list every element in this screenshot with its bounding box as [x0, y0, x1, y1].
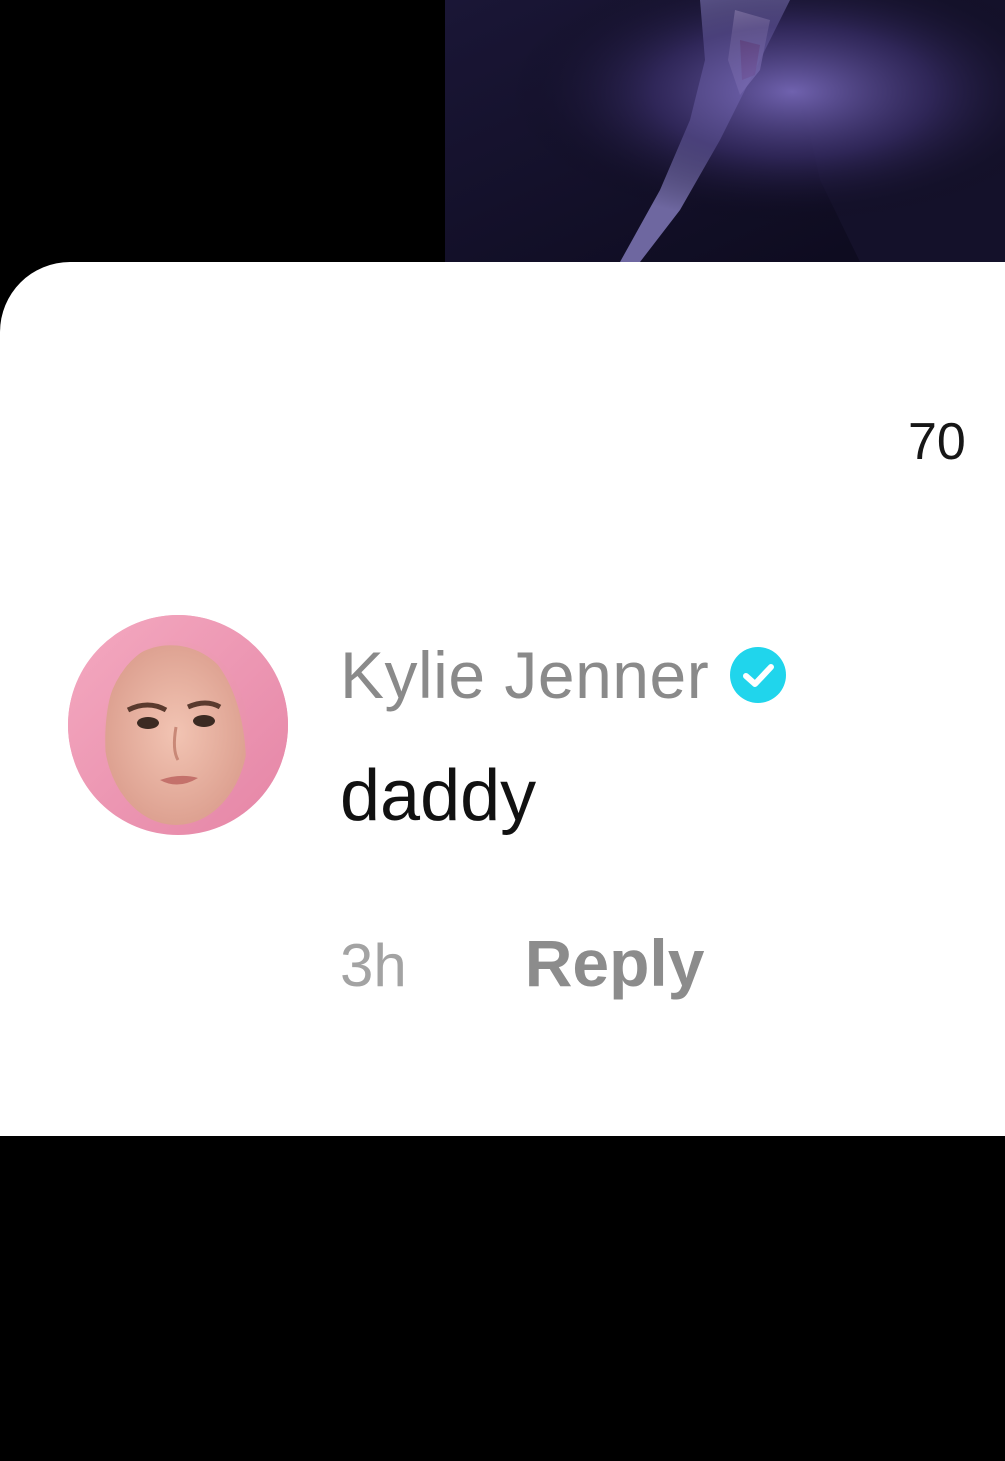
screen: 70 Kylie Jenner daddy 3h Reply	[0, 0, 1005, 1461]
verified-badge-icon	[729, 646, 787, 704]
comment-item[interactable]: Kylie Jenner daddy 3h Reply	[68, 615, 968, 1015]
comment-meta: 3h Reply	[340, 925, 704, 1001]
avatar[interactable]	[68, 615, 288, 835]
username[interactable]: Kylie Jenner	[340, 637, 709, 713]
bottom-backdrop	[0, 1136, 1005, 1461]
username-row: Kylie Jenner	[340, 637, 787, 713]
comments-sheet: 70 Kylie Jenner daddy 3h Reply	[0, 262, 1005, 1136]
video-backdrop	[0, 0, 1005, 300]
comment-text: daddy	[340, 756, 537, 836]
comment-count: 70	[908, 413, 966, 471]
reply-button[interactable]: Reply	[525, 925, 705, 1001]
timestamp: 3h	[340, 932, 407, 999]
